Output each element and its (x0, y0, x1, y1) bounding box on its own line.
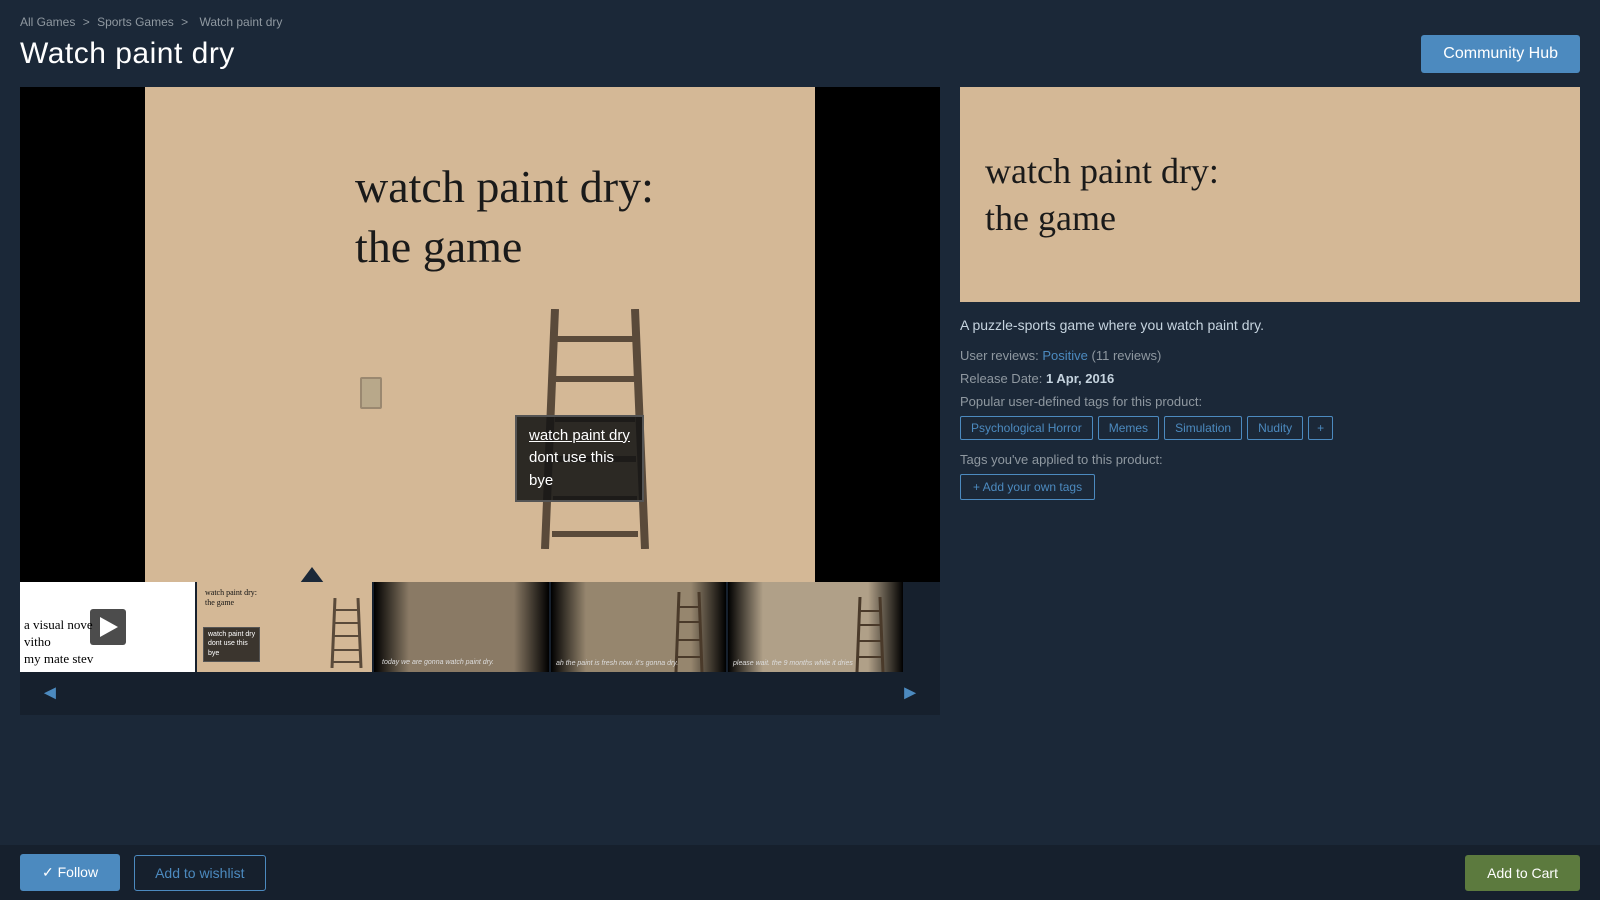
thumbnails-row: a visual nove vitho my mate stev watch p… (20, 582, 940, 672)
user-reviews-label: User reviews: (960, 348, 1039, 363)
thumbnail-0[interactable]: a visual nove vitho my mate stev (20, 582, 195, 672)
thumb-4-caption: please wait. the 9 months while it dries (733, 660, 853, 667)
tooltip-line1: dont use this (529, 447, 630, 470)
thumb-3-caption: ah the paint is fresh now. it's gonna dr… (556, 660, 678, 667)
triangle-pointer (300, 567, 324, 582)
page-title: Watch paint dry (20, 37, 235, 71)
game-header-image: watch paint dry:the game (960, 87, 1580, 302)
tooltip-title: watch paint dry (529, 425, 630, 448)
wishlist-button[interactable]: Add to wishlist (134, 855, 265, 891)
black-bar-right (825, 87, 940, 582)
breadcrumb-sports-games[interactable]: Sports Games (97, 15, 174, 29)
release-date-row: Release Date: 1 Apr, 2016 (960, 371, 1580, 386)
nav-arrows: ◄ ► (20, 672, 940, 715)
popular-tags-label: Popular user-defined tags for this produ… (960, 394, 1580, 409)
breadcrumb-all-games[interactable]: All Games (20, 15, 75, 29)
prev-button[interactable]: ◄ (32, 680, 68, 707)
breadcrumb-current: Watch paint dry (199, 15, 282, 29)
wall-switch (360, 377, 382, 409)
add-tags-button[interactable]: + Add your own tags (960, 474, 1095, 500)
thumb-1-tooltip: watch paint drydont use thisbye (203, 627, 260, 662)
game-info: A puzzle-sports game where you watch pai… (960, 316, 1580, 500)
release-date-label: Release Date: (960, 371, 1042, 386)
user-reviews-value[interactable]: Positive (1042, 348, 1088, 363)
tag-memes[interactable]: Memes (1098, 416, 1159, 440)
game-tooltip: watch paint dry dont use this bye (515, 415, 644, 503)
tooltip-line2: bye (529, 470, 630, 493)
game-header-title: watch paint dry:the game (985, 148, 1219, 242)
community-hub-button[interactable]: Community Hub (1421, 35, 1580, 73)
breadcrumb-sep2: > (181, 15, 188, 29)
game-description: A puzzle-sports game where you watch pai… (960, 316, 1580, 336)
thumbnail-2[interactable]: today we are gonna watch paint dry. (374, 582, 549, 672)
thumbnail-1[interactable]: watch paint dry:the game (197, 582, 372, 672)
applied-tags-label: Tags you've applied to this product: (960, 452, 1580, 467)
right-panel: watch paint dry:the game A puzzle-sports… (960, 87, 1580, 715)
main-media[interactable]: watch paint dry:the game (20, 87, 940, 582)
thumb-1-text: watch paint dry:the game (205, 588, 257, 609)
tag-psychological-horror[interactable]: Psychological Horror (960, 416, 1093, 440)
thumb-2-caption: today we are gonna watch paint dry. (382, 659, 494, 666)
thumbnail-3[interactable]: ah the paint is fresh now. it's gonna dr… (551, 582, 726, 672)
tag-nudity[interactable]: Nudity (1247, 416, 1303, 440)
next-button[interactable]: ► (892, 680, 928, 707)
screenshot-game-text: watch paint dry:the game (355, 157, 654, 277)
tag-simulation[interactable]: Simulation (1164, 416, 1242, 440)
user-reviews-row: User reviews: Positive (11 reviews) (960, 348, 1580, 363)
user-reviews-count: (11 reviews) (1092, 348, 1162, 363)
add-to-cart-button[interactable]: Add to Cart (1465, 855, 1580, 891)
header-row: Watch paint dry Community Hub (20, 35, 1580, 73)
release-date-value: 1 Apr, 2016 (1046, 371, 1114, 386)
thumbnails-section: a visual nove vitho my mate stev watch p… (20, 582, 940, 715)
follow-button[interactable]: ✓ Follow (20, 854, 120, 891)
screenshot-background: watch paint dry:the game (145, 87, 815, 582)
thumbnail-4[interactable]: please wait. the 9 months while it dries (728, 582, 903, 672)
tag-plus-button[interactable]: + (1308, 416, 1333, 440)
bottom-bar: ✓ Follow Add to wishlist Add to Cart (0, 845, 1600, 900)
left-panel: watch paint dry:the game (20, 87, 940, 715)
breadcrumb-sep1: > (83, 15, 90, 29)
black-bar-left (20, 87, 150, 582)
play-triangle-icon (100, 617, 118, 637)
play-icon[interactable] (90, 609, 126, 645)
tags-row: Psychological Horror Memes Simulation Nu… (960, 416, 1580, 440)
breadcrumb: All Games > Sports Games > Watch paint d… (20, 15, 1580, 29)
main-content: watch paint dry:the game (20, 87, 1580, 715)
